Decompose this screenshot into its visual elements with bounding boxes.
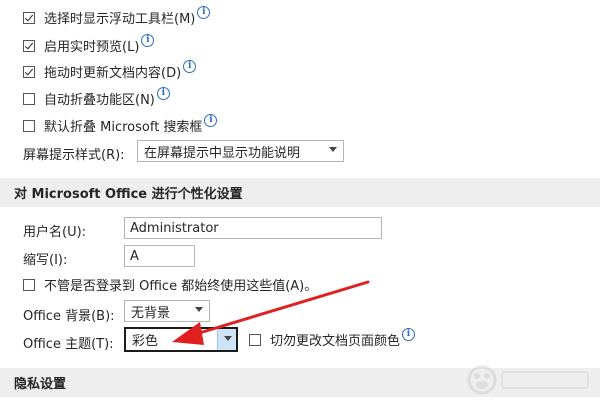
info-icon: i (204, 114, 218, 127)
option-label: 拖动时更新文档内容(D) (44, 66, 182, 81)
dropdown-value: 在屏幕提示中显示功能说明 (144, 145, 301, 161)
option-show-mini-toolbar[interactable]: 选择时显示浮动工具栏(M) i (23, 6, 211, 27)
office-theme-dropdown[interactable]: 彩色 (124, 327, 238, 352)
option-auto-collapse-ribbon[interactable]: 自动折叠功能区(N) i (23, 87, 170, 108)
info-icon: i (156, 87, 170, 100)
option-label: 默认折叠 Microsoft 搜索框 (44, 120, 203, 135)
checkbox-show-mini-toolbar[interactable] (23, 11, 35, 24)
option-label: 启用实时预览(L) (44, 40, 140, 55)
checkbox-auto-collapse-ribbon[interactable] (23, 92, 35, 105)
initials-input[interactable]: A (124, 245, 195, 267)
option-label: 自动折叠功能区(N) (44, 93, 155, 108)
checkbox-never-change-page-color[interactable] (249, 333, 261, 346)
office-theme-label: Office 主题(T): (23, 337, 114, 352)
initials-label: 缩写(I): (23, 253, 68, 268)
chevron-down-icon (224, 336, 232, 341)
option-label: 不管是否登录到 Office 都始终使用这些值(A)。 (44, 279, 318, 294)
username-label: 用户名(U): (23, 225, 87, 240)
option-label: 选择时显示浮动工具栏(M) (44, 12, 196, 27)
info-icon: i (141, 34, 155, 47)
info-icon: i (183, 60, 197, 73)
screentip-style-label: 屏幕提示样式(R): (23, 148, 125, 163)
option-never-change-page-color[interactable]: 切勿更改文档页面颜色 i (249, 328, 416, 349)
dropdown-button[interactable] (217, 329, 236, 350)
dropdown-value: 无背景 (131, 305, 171, 321)
option-live-preview[interactable]: 启用实时预览(L) i (23, 34, 155, 55)
checkbox-always-use-values[interactable] (23, 278, 35, 291)
dropdown-value: 彩色 (132, 334, 159, 349)
checkbox-collapse-search-box[interactable] (23, 119, 35, 132)
username-input[interactable]: Administrator (124, 217, 382, 239)
info-icon: i (402, 328, 416, 341)
option-collapse-search-box[interactable]: 默认折叠 Microsoft 搜索框 i (23, 114, 218, 135)
option-update-while-dragging[interactable]: 拖动时更新文档内容(D) i (23, 60, 197, 81)
info-icon: i (197, 6, 211, 19)
section-header-privacy: 隐私设置 (0, 368, 600, 397)
checkbox-live-preview[interactable] (23, 39, 35, 52)
section-header-personalize: 对 Microsoft Office 进行个性化设置 (0, 178, 600, 207)
checkbox-update-while-dragging[interactable] (23, 65, 35, 78)
office-background-dropdown[interactable]: 无背景 (124, 300, 210, 322)
chevron-down-icon (329, 147, 337, 152)
screentip-style-dropdown[interactable]: 在屏幕提示中显示功能说明 (137, 140, 344, 162)
option-label: 切勿更改文档页面颜色 (270, 334, 401, 349)
option-always-use-values[interactable]: 不管是否登录到 Office 都始终使用这些值(A)。 (23, 275, 317, 294)
office-background-label: Office 背景(B): (23, 309, 115, 324)
chevron-down-icon (195, 307, 203, 312)
